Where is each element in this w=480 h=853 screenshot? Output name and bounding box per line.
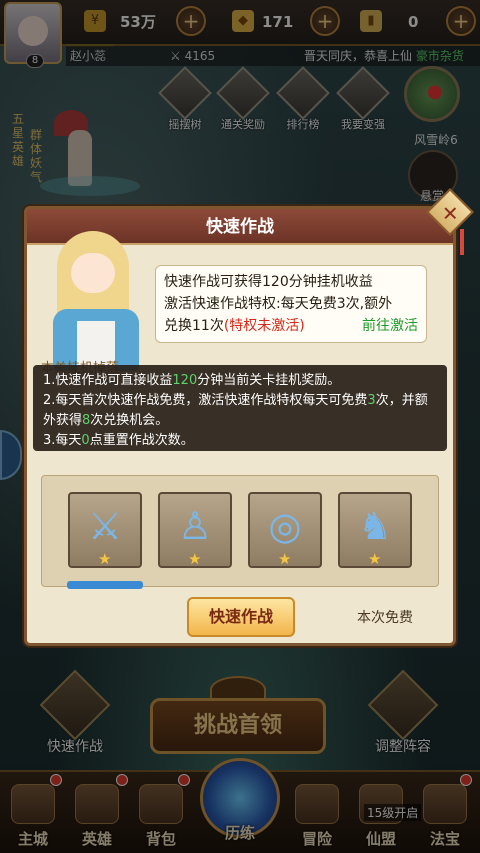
star-icon: ★ [98, 550, 112, 568]
tassel-decoration [460, 229, 464, 255]
tip-3-b: 点重置作战次数。 [89, 433, 194, 448]
tip-1-highlight: 120 [172, 373, 198, 388]
belt-icon: ◎ [268, 504, 302, 548]
tip-line-1: 1.快速作战可直接收益120分钟当前关卡挂机奖励。 [43, 371, 437, 391]
privilege-status: (特权未激活) [223, 318, 305, 334]
quick-battle-button[interactable]: 快速作战 [187, 597, 295, 637]
tip-line-2: 2.每天首次快速作战免费，激活快速作战特权每天可免费3次，并额外获得8次兑换机会… [43, 391, 437, 431]
free-count-label: 本次免费 [357, 610, 413, 626]
npc-guide-portrait [33, 231, 153, 371]
tip-2-highlight-1: 3 [367, 393, 376, 408]
star-icon: ★ [188, 550, 202, 568]
boots-icon: ♞ [357, 504, 393, 548]
close-icon: ✕ [441, 201, 459, 226]
tip-3-highlight: 0 [81, 433, 90, 448]
bubble-line-1: 快速作战可获得120分钟挂机收益 [164, 274, 373, 290]
tip-2-c: 次兑换机会。 [90, 413, 169, 428]
tip-3-a: 3.每天 [43, 433, 82, 448]
bubble-line-3-prefix: 兑换11次 [164, 318, 224, 334]
reward-item-boots[interactable]: ♞ ★ [338, 492, 412, 568]
star-icon: ★ [278, 550, 292, 568]
reward-item-sword[interactable]: ⚔ ★ [68, 492, 142, 568]
sword-icon: ⚔ [87, 504, 123, 548]
npc-face [71, 253, 115, 293]
quick-battle-dialog: 快速作战 ✕ 快速作战可获得120分钟挂机收益 激活快速作战特权:每天免费3次,… [24, 187, 475, 646]
speech-bubble: 快速作战可获得120分钟挂机收益 激活快速作战特权:每天免费3次,额外 兑换11… [155, 265, 427, 343]
activate-privilege-link[interactable]: 前往激活 [362, 315, 418, 337]
info-tooltip: 1.快速作战可直接收益120分钟当前关卡挂机奖励。 2.每天首次快速作战免费，激… [33, 365, 447, 451]
reward-list: ⚔ ★ ♙ ★ ◎ ★ ♞ ★ [41, 475, 439, 587]
reward-item-belt[interactable]: ◎ ★ [248, 492, 322, 568]
star-icon: ★ [368, 550, 382, 568]
tip-1-a: 1.快速作战可直接收益 [43, 373, 173, 388]
scroll-tab-indicator [67, 581, 143, 589]
tip-line-3: 3.每天0点重置作战次数。 [43, 431, 437, 451]
bubble-line-2: 激活快速作战特权:每天免费3次,额外 [164, 296, 393, 312]
tip-1-b: 分钟当前关卡挂机奖励。 [197, 373, 341, 388]
tip-2-a: 2.每天首次快速作战免费，激活快速作战特权每天可免费 [43, 393, 368, 408]
reward-item-robe[interactable]: ♙ ★ [158, 492, 232, 568]
robe-icon: ♙ [177, 504, 213, 548]
